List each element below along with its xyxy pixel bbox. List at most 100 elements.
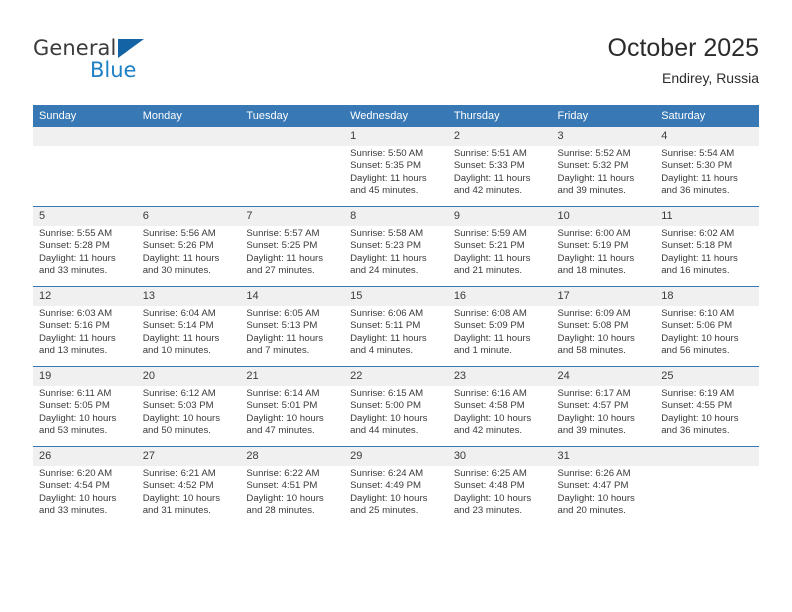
day-details: Sunrise: 6:02 AM Sunset: 5:18 PM Daylight:… <box>655 226 759 277</box>
sunset-text: Sunset: 5:06 PM <box>661 320 733 332</box>
calendar-day-cell[interactable]: 5 Sunrise: 5:55 AM Sunset: 5:28 PM Daylight… <box>33 206 137 287</box>
calendar-day-cell[interactable]: 10 Sunrise: 6:00 AM Sunset: 5:19 PM Dayligh… <box>551 206 656 287</box>
calendar-day-cell[interactable]: 16 Sunrise: 6:08 AM Sunset: 5:09 PM Dayligh… <box>447 286 552 367</box>
generalblue-logo[interactable]: General Blue <box>33 36 203 88</box>
page-title: October 2025 <box>607 34 760 62</box>
day-details: Sunrise: 5:56 AM Sunset: 5:26 PM Daylight:… <box>137 226 241 277</box>
day-number: 18 <box>655 287 759 306</box>
calendar-day-cell[interactable]: 22 Sunrise: 6:15 AM Sunset: 5:00 PM Dayligh… <box>344 366 448 447</box>
calendar-day-cell[interactable]: 29 Sunrise: 6:24 AM Sunset: 4:49 PM Dayligh… <box>344 446 448 526</box>
day-details: Sunrise: 5:58 AM Sunset: 5:23 PM Daylight:… <box>344 226 448 277</box>
sunset-text: Sunset: 5:16 PM <box>39 320 110 332</box>
day-number: 2 <box>447 127 552 146</box>
sunrise-text: Sunrise: 5:54 AM <box>661 148 735 159</box>
daylight-text: Daylight: 10 hours and 39 minutes. <box>557 412 635 436</box>
sunrise-text: Sunrise: 6:06 AM <box>350 308 424 319</box>
calendar-day-cell[interactable]: 11 Sunrise: 6:02 AM Sunset: 5:18 PM Dayligh… <box>655 206 759 287</box>
sunrise-text: Sunrise: 6:12 AM <box>142 388 216 399</box>
calendar-day-cell[interactable]: 20 Sunrise: 6:12 AM Sunset: 5:03 PM Dayligh… <box>136 366 241 447</box>
daylight-text: Daylight: 10 hours and 23 minutes. <box>453 492 532 516</box>
logo-triangle-icon <box>118 39 144 58</box>
sunset-text: Sunset: 4:49 PM <box>350 480 422 492</box>
day-details: Sunrise: 6:20 AM Sunset: 4:54 PM Daylight:… <box>33 466 137 517</box>
sunset-text: Sunset: 5:21 PM <box>453 240 525 252</box>
daylight-text: Daylight: 10 hours and 44 minutes. <box>350 412 428 436</box>
sunrise-text: Sunrise: 5:50 AM <box>350 148 424 159</box>
day-details: Sunrise: 6:14 AM Sunset: 5:01 PM Daylight:… <box>240 386 344 437</box>
day-details: Sunrise: 6:22 AM Sunset: 4:51 PM Daylight:… <box>240 466 344 517</box>
weekday-header-tuesday: Tuesday <box>240 105 345 127</box>
day-number: 6 <box>136 207 241 226</box>
sunset-text: Sunset: 5:32 PM <box>557 160 629 172</box>
day-details: Sunrise: 6:11 AM Sunset: 5:05 PM Daylight:… <box>33 386 137 437</box>
sunrise-text: Sunrise: 5:56 AM <box>142 228 216 239</box>
sunset-text: Sunset: 5:18 PM <box>661 240 733 252</box>
day-details: Sunrise: 5:57 AM Sunset: 5:25 PM Daylight:… <box>240 226 344 277</box>
calendar-day-cell[interactable]: 30 Sunrise: 6:25 AM Sunset: 4:48 PM Dayligh… <box>447 446 552 526</box>
day-details: Sunrise: 5:55 AM Sunset: 5:28 PM Daylight:… <box>33 226 137 277</box>
calendar-day-cell[interactable]: 24 Sunrise: 6:17 AM Sunset: 4:57 PM Dayligh… <box>551 366 656 447</box>
calendar-day-cell[interactable]: 13 Sunrise: 6:04 AM Sunset: 5:14 PM Dayligh… <box>136 286 241 367</box>
sunrise-text: Sunrise: 6:17 AM <box>557 388 631 399</box>
daylight-text: Daylight: 11 hours and 4 minutes. <box>350 332 427 356</box>
daylight-text: Daylight: 11 hours and 18 minutes. <box>557 252 635 276</box>
day-number: 12 <box>33 287 137 306</box>
sunrise-text: Sunrise: 5:51 AM <box>453 148 527 159</box>
calendar-day-cell[interactable]: 26 Sunrise: 6:20 AM Sunset: 4:54 PM Dayligh… <box>33 446 137 526</box>
calendar-day-cell[interactable]: 15 Sunrise: 6:06 AM Sunset: 5:11 PM Dayligh… <box>344 286 448 367</box>
calendar-day-cell[interactable]: 7 Sunrise: 5:57 AM Sunset: 5:25 PM Daylight… <box>240 206 345 287</box>
calendar-day-cell[interactable]: 18 Sunrise: 6:10 AM Sunset: 5:06 PM Dayligh… <box>655 286 759 367</box>
calendar-day-cell[interactable]: 31 Sunrise: 6:26 AM Sunset: 4:47 PM Dayligh… <box>551 446 656 526</box>
calendar-day-cell[interactable]: 4 Sunrise: 5:54 AM Sunset: 5:30 PM Daylight… <box>655 127 759 207</box>
day-number: 19 <box>33 367 137 386</box>
sunrise-text: Sunrise: 6:19 AM <box>661 388 735 399</box>
daylight-text: Daylight: 10 hours and 56 minutes. <box>661 332 739 356</box>
calendar-day-cell[interactable]: 6 Sunrise: 5:56 AM Sunset: 5:26 PM Daylight… <box>136 206 241 287</box>
day-details: Sunrise: 6:00 AM Sunset: 5:19 PM Daylight:… <box>552 226 656 277</box>
calendar-day-cell[interactable]: 28 Sunrise: 6:22 AM Sunset: 4:51 PM Dayligh… <box>240 446 345 526</box>
calendar-day-cell[interactable]: 14 Sunrise: 6:05 AM Sunset: 5:13 PM Dayligh… <box>240 286 345 367</box>
sunset-text: Sunset: 4:47 PM <box>557 480 629 492</box>
daylight-text: Daylight: 10 hours and 53 minutes. <box>39 412 117 436</box>
sunrise-text: Sunrise: 6:00 AM <box>557 228 631 239</box>
calendar-week-row: 1 Sunrise: 5:50 AM Sunset: 5:35 PM Daylight… <box>33 127 759 207</box>
daylight-text: Daylight: 11 hours and 42 minutes. <box>453 172 531 196</box>
calendar-page: General Blue October 2025 Endirey, Russi… <box>0 0 792 612</box>
day-number: 25 <box>655 367 759 386</box>
calendar-day-cell[interactable]: 27 Sunrise: 6:21 AM Sunset: 4:52 PM Dayligh… <box>136 446 241 526</box>
day-number: 7 <box>240 207 345 226</box>
sunset-text: Sunset: 5:25 PM <box>246 240 318 252</box>
day-details: Sunrise: 6:06 AM Sunset: 5:11 PM Daylight:… <box>344 306 448 357</box>
day-details: Sunrise: 6:10 AM Sunset: 5:06 PM Daylight:… <box>655 306 759 357</box>
day-details: Sunrise: 6:24 AM Sunset: 4:49 PM Daylight:… <box>344 466 448 517</box>
day-details: Sunrise: 6:05 AM Sunset: 5:13 PM Daylight:… <box>240 306 344 357</box>
calendar-day-cell[interactable]: 2 Sunrise: 5:51 AM Sunset: 5:33 PM Daylight… <box>447 127 552 207</box>
calendar-day-cell[interactable]: 9 Sunrise: 5:59 AM Sunset: 5:21 PM Daylight… <box>447 206 552 287</box>
calendar-day-cell[interactable]: 17 Sunrise: 6:09 AM Sunset: 5:08 PM Dayligh… <box>551 286 656 367</box>
daylight-text: Daylight: 11 hours and 27 minutes. <box>246 252 324 276</box>
calendar-day-cell[interactable]: 19 Sunrise: 6:11 AM Sunset: 5:05 PM Dayligh… <box>33 366 137 447</box>
day-number: 29 <box>344 447 448 466</box>
daylight-text: Daylight: 10 hours and 25 minutes. <box>350 492 428 516</box>
calendar-day-cell[interactable]: 8 Sunrise: 5:58 AM Sunset: 5:23 PM Daylight… <box>344 206 448 287</box>
daylight-text: Daylight: 11 hours and 36 minutes. <box>661 172 738 196</box>
sunrise-text: Sunrise: 6:16 AM <box>453 388 527 399</box>
daylight-text: Daylight: 11 hours and 45 minutes. <box>350 172 427 196</box>
sunrise-text: Sunrise: 5:55 AM <box>39 228 113 239</box>
day-details: Sunrise: 6:19 AM Sunset: 4:55 PM Daylight:… <box>655 386 759 437</box>
calendar-day-cell[interactable]: 12 Sunrise: 6:03 AM Sunset: 5:16 PM Dayligh… <box>33 286 137 367</box>
calendar-day-cell[interactable]: 3 Sunrise: 5:52 AM Sunset: 5:32 PM Daylight… <box>551 127 656 207</box>
calendar-day-cell[interactable]: 25 Sunrise: 6:19 AM Sunset: 4:55 PM Dayligh… <box>655 366 759 447</box>
calendar-day-cell[interactable]: 23 Sunrise: 6:16 AM Sunset: 4:58 PM Dayligh… <box>447 366 552 447</box>
daylight-text: Daylight: 11 hours and 24 minutes. <box>350 252 427 276</box>
calendar-table: Sunday Monday Tuesday Wednesday Thursday… <box>33 105 759 526</box>
daylight-text: Daylight: 10 hours and 20 minutes. <box>557 492 635 516</box>
calendar-day-cell[interactable]: 1 Sunrise: 5:50 AM Sunset: 5:35 PM Daylight… <box>344 127 448 207</box>
day-number: 31 <box>551 447 656 466</box>
weekday-header-monday: Monday <box>136 105 241 127</box>
sunrise-text: Sunrise: 6:04 AM <box>142 308 216 319</box>
day-number: 24 <box>551 367 656 386</box>
calendar-day-cell[interactable]: 21 Sunrise: 6:14 AM Sunset: 5:01 PM Dayligh… <box>240 366 345 447</box>
page-subtitle: Endirey, Russia <box>661 70 759 86</box>
sunset-text: Sunset: 5:33 PM <box>453 160 525 172</box>
